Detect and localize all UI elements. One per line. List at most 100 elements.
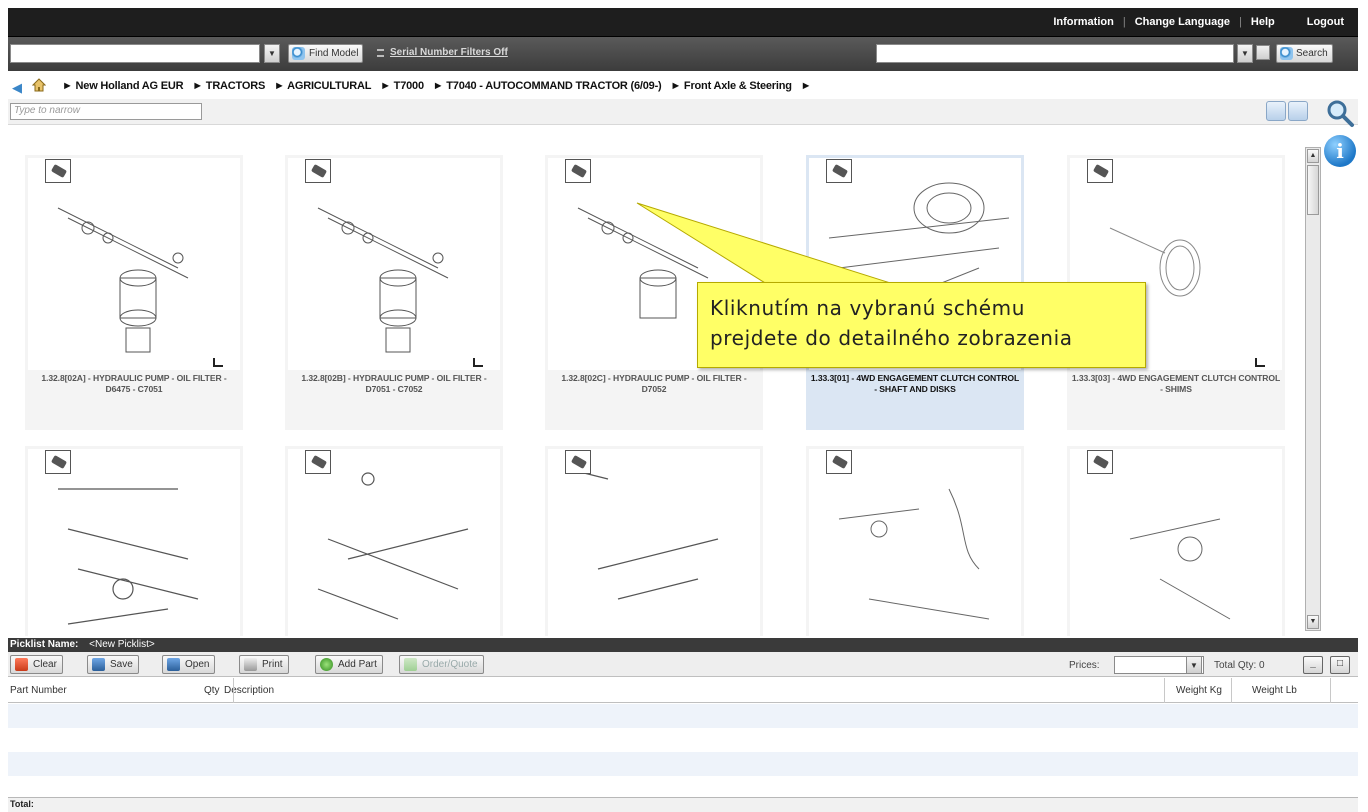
print-label: Print [262,659,283,670]
diagram-caption: 1.32.8[02A] - HYDRAULIC PUMP - OIL FILTE… [41,373,227,394]
column-divider [1231,678,1232,703]
back-arrow-icon[interactable]: ◀ [12,80,22,96]
find-model-label: Find Model [309,48,359,59]
search-input[interactable] [876,44,1234,63]
diagram-thumbnail [28,449,240,639]
prices-dropdown-icon[interactable]: ▼ [1186,656,1202,674]
table-row[interactable] [8,704,1358,728]
breadcrumb-item[interactable]: ► AGRICULTURAL [274,80,371,92]
clear-button[interactable]: Clear [10,655,63,674]
breadcrumb-item[interactable]: ► New Holland AG EUR [62,80,184,92]
printer-icon [244,658,257,671]
top-menu-bar: Information | Change Language | Help Log… [8,8,1358,37]
diagram-card[interactable]: 1.32.8[02B] - HYDRAULIC PUMP - OIL FILTE… [285,155,503,430]
search-icon [292,47,305,60]
diagram-preview-icon [826,450,852,474]
picklist-label: Picklist Name: [10,639,79,650]
diagram-thumbnail [1070,449,1282,639]
add-part-label: Add Part [338,659,377,670]
diagram-card[interactable] [25,446,243,639]
prices-label: Prices: [1069,660,1100,671]
search-button[interactable]: Search [1276,44,1333,63]
diagram-card[interactable]: 1.32.8[02A] - HYDRAULIC PUMP - OIL FILTE… [25,155,243,430]
col-description[interactable]: Description [224,685,274,696]
column-divider [1330,678,1331,703]
search-button-label: Search [1296,48,1328,59]
corner-icon [473,358,483,367]
tooltip-callout: Kliknutím na vybranú schému prejdete do … [697,282,1146,368]
scroll-down-icon[interactable]: ▼ [1307,615,1319,629]
breadcrumb-item[interactable]: ► T7040 - AUTOCOMMAND TRACTOR (6/09-) [433,80,662,92]
search-combo-dropdown-icon[interactable]: ▼ [1237,44,1253,63]
home-icon[interactable] [32,78,46,92]
table-row[interactable] [8,752,1358,776]
save-label: Save [110,659,133,670]
clear-icon [15,658,28,671]
col-weight-lb[interactable]: Weight Lb [1252,685,1297,696]
total-qty: Total Qty: 0 [1214,660,1265,671]
save-button[interactable]: Save [87,655,139,674]
col-part-number[interactable]: Part Number [10,685,67,696]
magnifier-icon[interactable] [1322,98,1358,128]
diagram-preview-icon [45,159,71,183]
diagram-card[interactable] [806,446,1024,639]
maximize-button[interactable]: □ [1330,656,1350,674]
floppy-icon [92,658,105,671]
scroll-up-icon[interactable]: ▲ [1307,149,1319,163]
diagram-card[interactable] [285,446,503,639]
diagram-card[interactable] [545,446,763,639]
breadcrumb-item[interactable]: ► [801,80,812,92]
model-combo-dropdown-icon[interactable]: ▼ [264,44,280,63]
table-row[interactable] [8,776,1358,796]
menu-logout[interactable]: Logout [1307,16,1344,28]
table-row[interactable] [8,728,1358,752]
order-quote-button[interactable]: Order/Quote [399,655,484,674]
total-bar: Total: [8,797,1358,812]
scroll-thumb[interactable] [1307,165,1319,215]
corner-icon [1255,358,1265,367]
picklist-name: <New Picklist> [89,639,155,650]
diagram-preview-icon [1087,450,1113,474]
menu-separator: | [1239,16,1242,28]
arrow-icon [404,658,417,671]
menu-help[interactable]: Help [1251,16,1275,28]
menu-change-language[interactable]: Change Language [1135,16,1230,28]
find-model-button[interactable]: Find Model [288,44,364,63]
filter-row [8,99,1358,125]
menu-information[interactable]: Information [1053,16,1114,28]
col-weight-kg[interactable]: Weight Kg [1176,685,1222,696]
app-window: Information | Change Language | Help Log… [0,0,1368,812]
column-divider [1164,678,1165,703]
narrow-input[interactable]: Type to narrow [10,103,202,120]
order-quote-label: Order/Quote [422,659,478,670]
minimize-button[interactable]: _ [1303,656,1323,674]
callout-line: Kliknutím na vybranú schému [710,296,1025,320]
breadcrumb-item[interactable]: ► Front Axle & Steering [670,80,792,92]
diagram-card[interactable] [1067,446,1285,639]
list-view-icon[interactable] [1288,101,1308,121]
menu-separator: | [1122,16,1126,28]
grid-view-icon[interactable] [1266,101,1286,121]
diagram-preview-icon [45,450,71,474]
model-combo[interactable] [10,44,260,63]
diagram-caption: 1.32.8[02C] - HYDRAULIC PUMP - OIL FILTE… [561,373,747,394]
diagram-preview-icon [1087,159,1113,183]
diagram-preview-icon [305,159,331,183]
search-options-button[interactable] [1256,45,1270,60]
serial-number-filter-link[interactable]: Serial Number Filters Off [390,47,508,58]
picklist-table-header: Part Number Qty Description Weight Kg We… [8,678,1358,703]
print-button[interactable]: Print [239,655,289,674]
diagram-preview-icon [565,450,591,474]
breadcrumb-item[interactable]: ► T7000 [380,80,424,92]
folder-icon [167,658,180,671]
info-icon[interactable]: i [1324,135,1356,167]
grid-scrollbar[interactable]: ▲ ▼ [1305,147,1321,631]
open-button[interactable]: Open [162,655,216,674]
diagram-caption: 1.32.8[02B] - HYDRAULIC PUMP - OIL FILTE… [301,373,487,394]
breadcrumb-item[interactable]: ► TRACTORS [192,80,265,92]
diagram-thumbnail [548,449,760,639]
diagram-thumbnail [809,449,1021,639]
add-part-button[interactable]: Add Part [315,655,383,674]
col-qty[interactable]: Qty [204,685,220,696]
breadcrumb: ► New Holland AG EUR ► TRACTORS ► AGRICU… [62,80,817,92]
